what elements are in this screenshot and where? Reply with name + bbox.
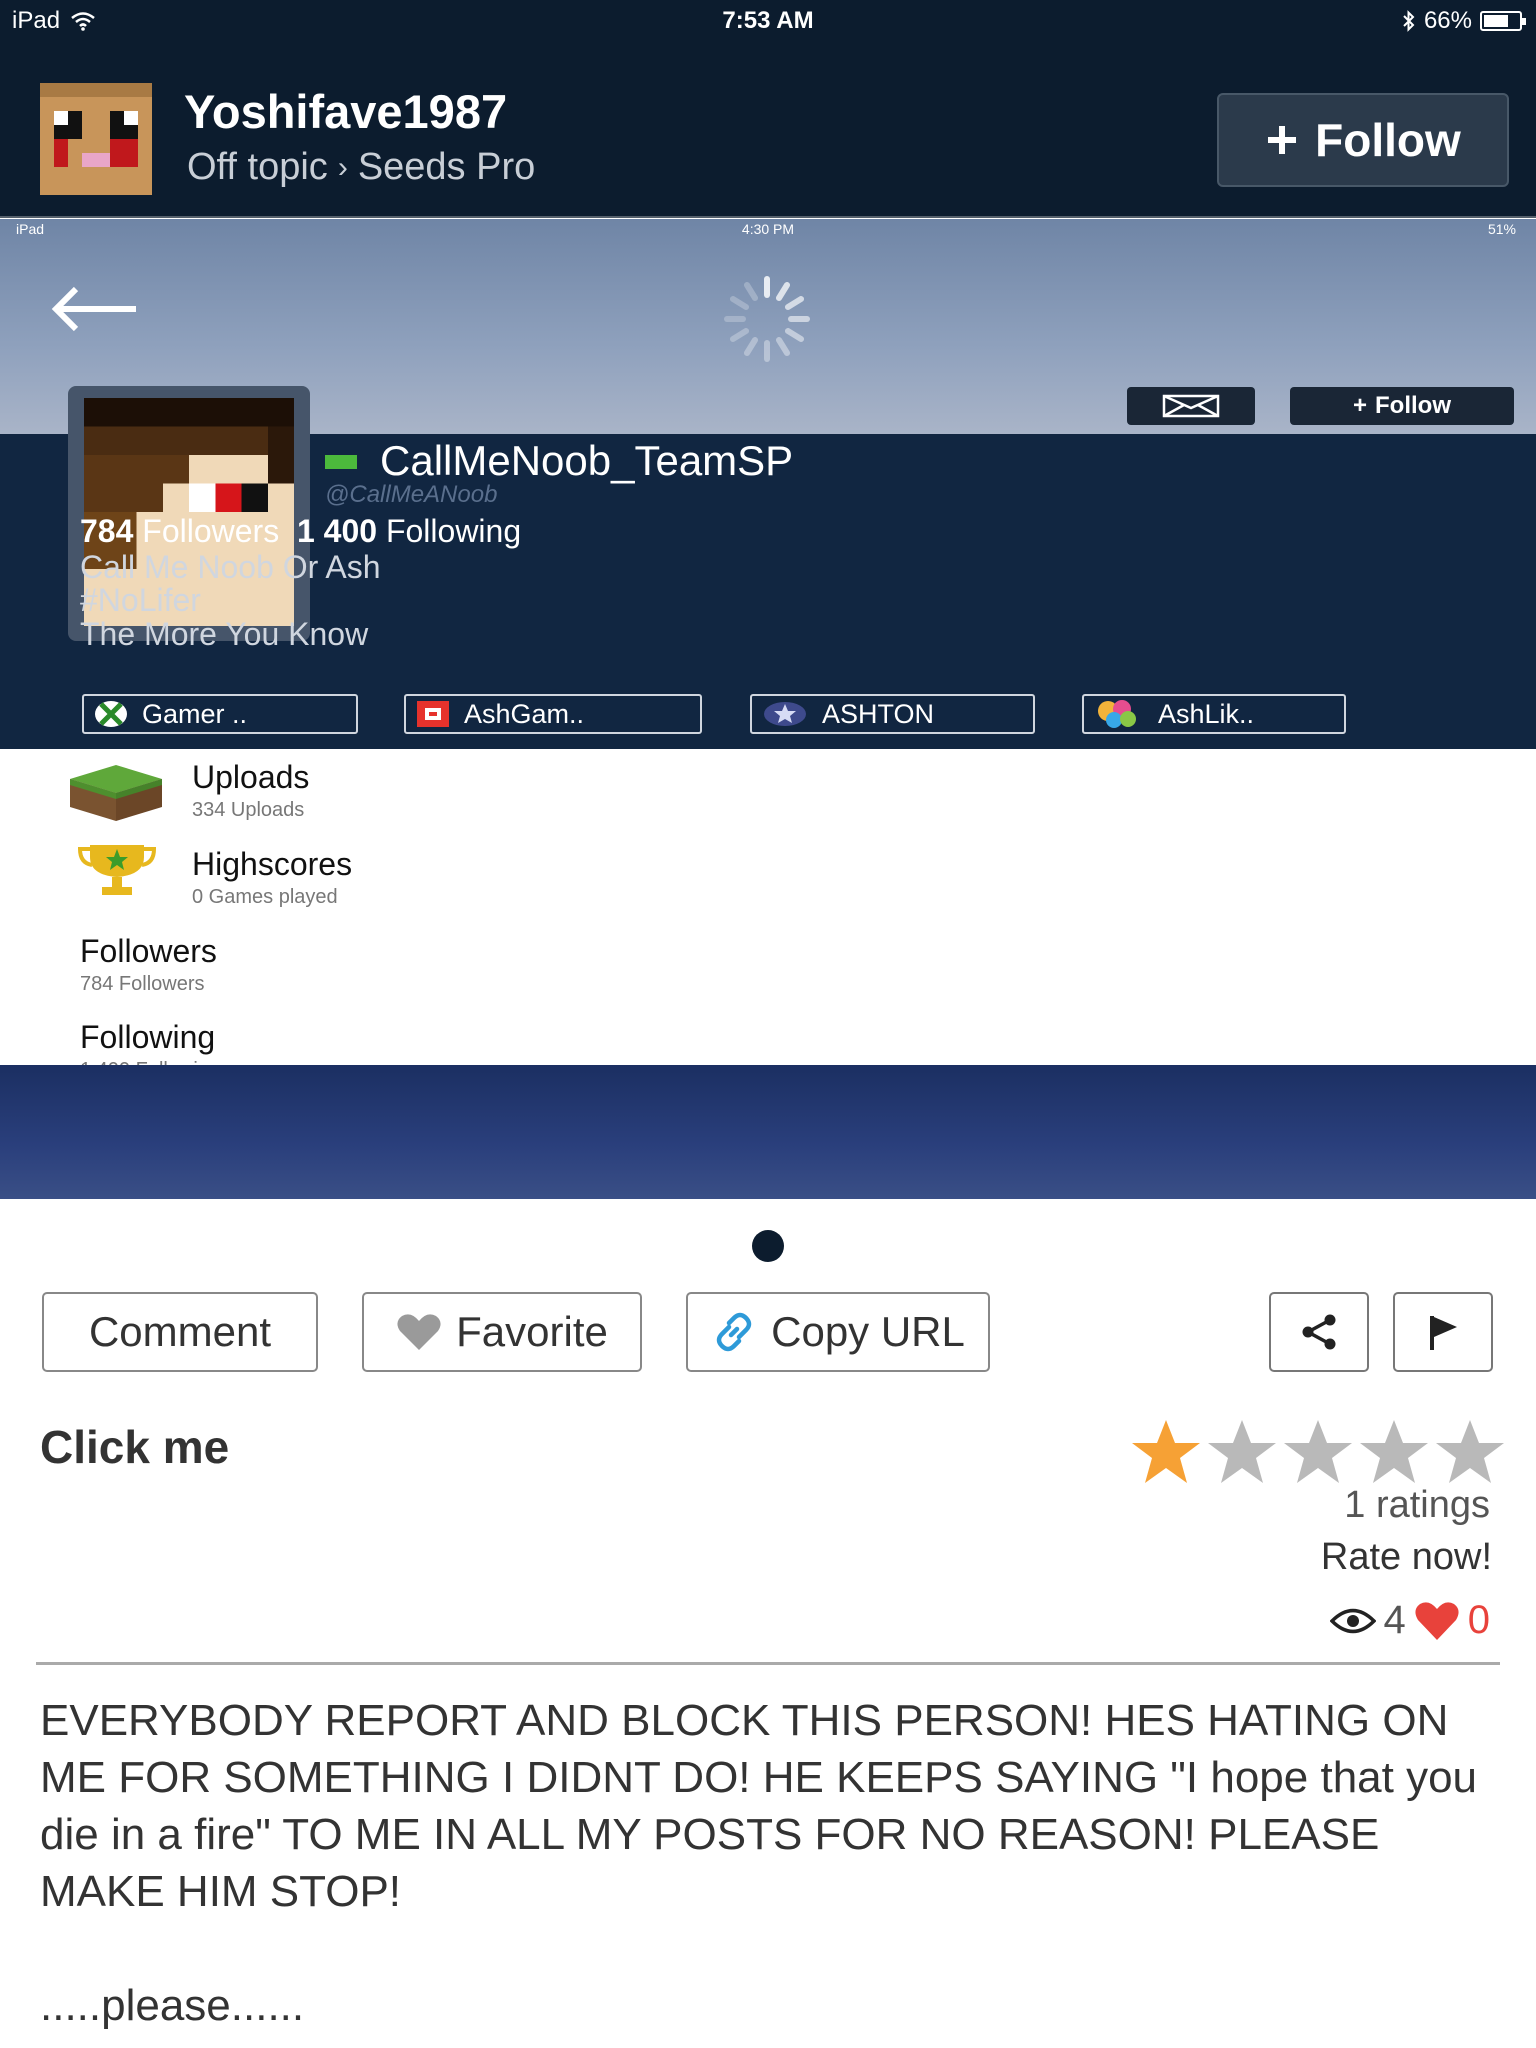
tag-label: AshLik..	[1158, 698, 1255, 729]
bio-line: The More You Know	[80, 616, 369, 652]
clock: 7:53 AM	[722, 7, 814, 34]
follow-button-label: Follow	[1315, 114, 1461, 166]
section-highscores-sub: 0 Games played	[192, 886, 338, 908]
profile-sections: Uploads 334 Uploads Highscores 0 Games p…	[0, 749, 1536, 1081]
tag-gamecenter: AshGam..	[404, 694, 702, 734]
heart-icon	[397, 1314, 441, 1350]
views-count: 4	[1383, 1598, 1406, 1642]
section-highscores-title: Highscores	[192, 846, 353, 882]
image-status-bar: iPad 4:30 PM 51%	[0, 221, 1536, 241]
status-bar: iPad 7:53 AM 66%	[0, 0, 1536, 40]
divider	[36, 1662, 1500, 1665]
star-empty-icon[interactable]	[1282, 1418, 1354, 1486]
envelope-icon	[1162, 394, 1220, 418]
post-header: Yoshifave1987 Off topic › Seeds Pro Foll…	[0, 40, 1536, 218]
rating-stars[interactable]	[1130, 1418, 1506, 1486]
link-icon	[716, 1312, 752, 1352]
gamecenter-icon	[417, 701, 449, 727]
bubbles-icon	[1098, 700, 1136, 728]
likes-count: 0	[1467, 1598, 1490, 1642]
image-follow-button: + Follow	[1290, 387, 1514, 425]
profile-handle: @CallMeANoob	[325, 481, 498, 508]
bluetooth-icon	[1403, 10, 1415, 32]
share-icon	[1302, 1314, 1336, 1350]
bio-line: #NoLifer	[80, 582, 201, 618]
breadcrumb: Off topic › Seeds Pro	[187, 146, 535, 189]
grass-block-icon	[70, 765, 162, 821]
breadcrumb-separator: ›	[337, 150, 348, 184]
ratings-count: 1 ratings	[1344, 1484, 1490, 1526]
post-title: Click me	[40, 1421, 230, 1473]
breadcrumb-subcategory[interactable]: Seeds Pro	[358, 146, 535, 189]
star-filled-icon[interactable]	[1130, 1418, 1202, 1486]
user-avatar[interactable]	[40, 83, 152, 195]
image-clock: 4:30 PM	[741, 221, 795, 237]
trophy-icon	[77, 845, 157, 895]
tag-gamer: Gamer ..	[82, 694, 358, 734]
comment-button[interactable]: Comment	[42, 1292, 318, 1372]
copy-url-button-label: Copy URL	[771, 1308, 965, 1355]
tag-label: ASHTON	[822, 698, 935, 729]
bio-line: Call Me Noob Or Ash	[80, 549, 381, 585]
online-indicator	[325, 455, 357, 469]
favorite-button[interactable]: Favorite	[362, 1292, 642, 1372]
following-label: Following	[385, 513, 522, 549]
image-plus-icon: +	[1353, 392, 1368, 419]
tag-label: AshGam..	[464, 698, 585, 729]
tag-label: Gamer ..	[142, 698, 248, 729]
section-uploads-title: Uploads	[192, 759, 310, 795]
post-description: EVERYBODY REPORT AND BLOCK THIS PERSON! …	[40, 1696, 1478, 2030]
star-empty-icon[interactable]	[1206, 1418, 1278, 1486]
rate-now-link[interactable]: Rate now!	[1321, 1536, 1492, 1579]
post-stats: 4 0	[1329, 1598, 1490, 1643]
image-battery: 51%	[1487, 221, 1516, 237]
star-empty-icon[interactable]	[1434, 1418, 1506, 1486]
eye-icon	[1329, 1608, 1376, 1633]
breadcrumb-category[interactable]: Off topic	[187, 146, 328, 189]
tag-ashton: ASHTON	[750, 694, 1035, 734]
xbox-icon	[95, 701, 127, 727]
plus-icon	[1268, 126, 1297, 154]
section-followers-sub: 784 Followers	[80, 973, 205, 995]
star-empty-icon[interactable]	[1358, 1418, 1430, 1486]
tag-ashlik: AshLik..	[1082, 694, 1346, 734]
back-arrow-icon	[51, 286, 136, 332]
share-button[interactable]	[1269, 1292, 1369, 1372]
battery-percent: 66%	[1423, 7, 1472, 34]
copy-url-button[interactable]: Copy URL	[686, 1292, 990, 1372]
image-follow-label: Follow	[1375, 392, 1451, 419]
followers-count: 784	[80, 513, 134, 549]
battery-icon	[1480, 11, 1526, 31]
post-author[interactable]: Yoshifave1987	[184, 84, 507, 139]
following-count: 1 400	[296, 513, 378, 549]
badge-icon	[764, 702, 806, 726]
section-uploads-sub: 334 Uploads	[192, 799, 305, 821]
image-bottom-band	[0, 1065, 1536, 1199]
flag-icon	[1430, 1316, 1457, 1350]
section-followers-title: Followers	[80, 933, 217, 969]
loading-spinner-icon	[724, 276, 810, 362]
follow-button[interactable]: Follow	[1217, 93, 1509, 187]
message-button	[1127, 387, 1255, 425]
comment-button-label: Comment	[88, 1308, 272, 1355]
section-following-title: Following	[80, 1019, 216, 1055]
page-indicator-dot[interactable]	[752, 1230, 784, 1262]
followers-label: Followers	[142, 513, 280, 549]
report-button[interactable]	[1393, 1292, 1493, 1372]
favorite-button-label: Favorite	[456, 1308, 608, 1355]
profile-name: CallMeNoob_TeamSP	[380, 437, 794, 484]
follow-counts: 784 Followers 1 400 Following	[80, 513, 521, 550]
heart-like-icon[interactable]	[1414, 1600, 1460, 1642]
post-image[interactable]: iPad 4:30 PM 51% + Follow CallMeNoob_Tea…	[0, 219, 1536, 1199]
